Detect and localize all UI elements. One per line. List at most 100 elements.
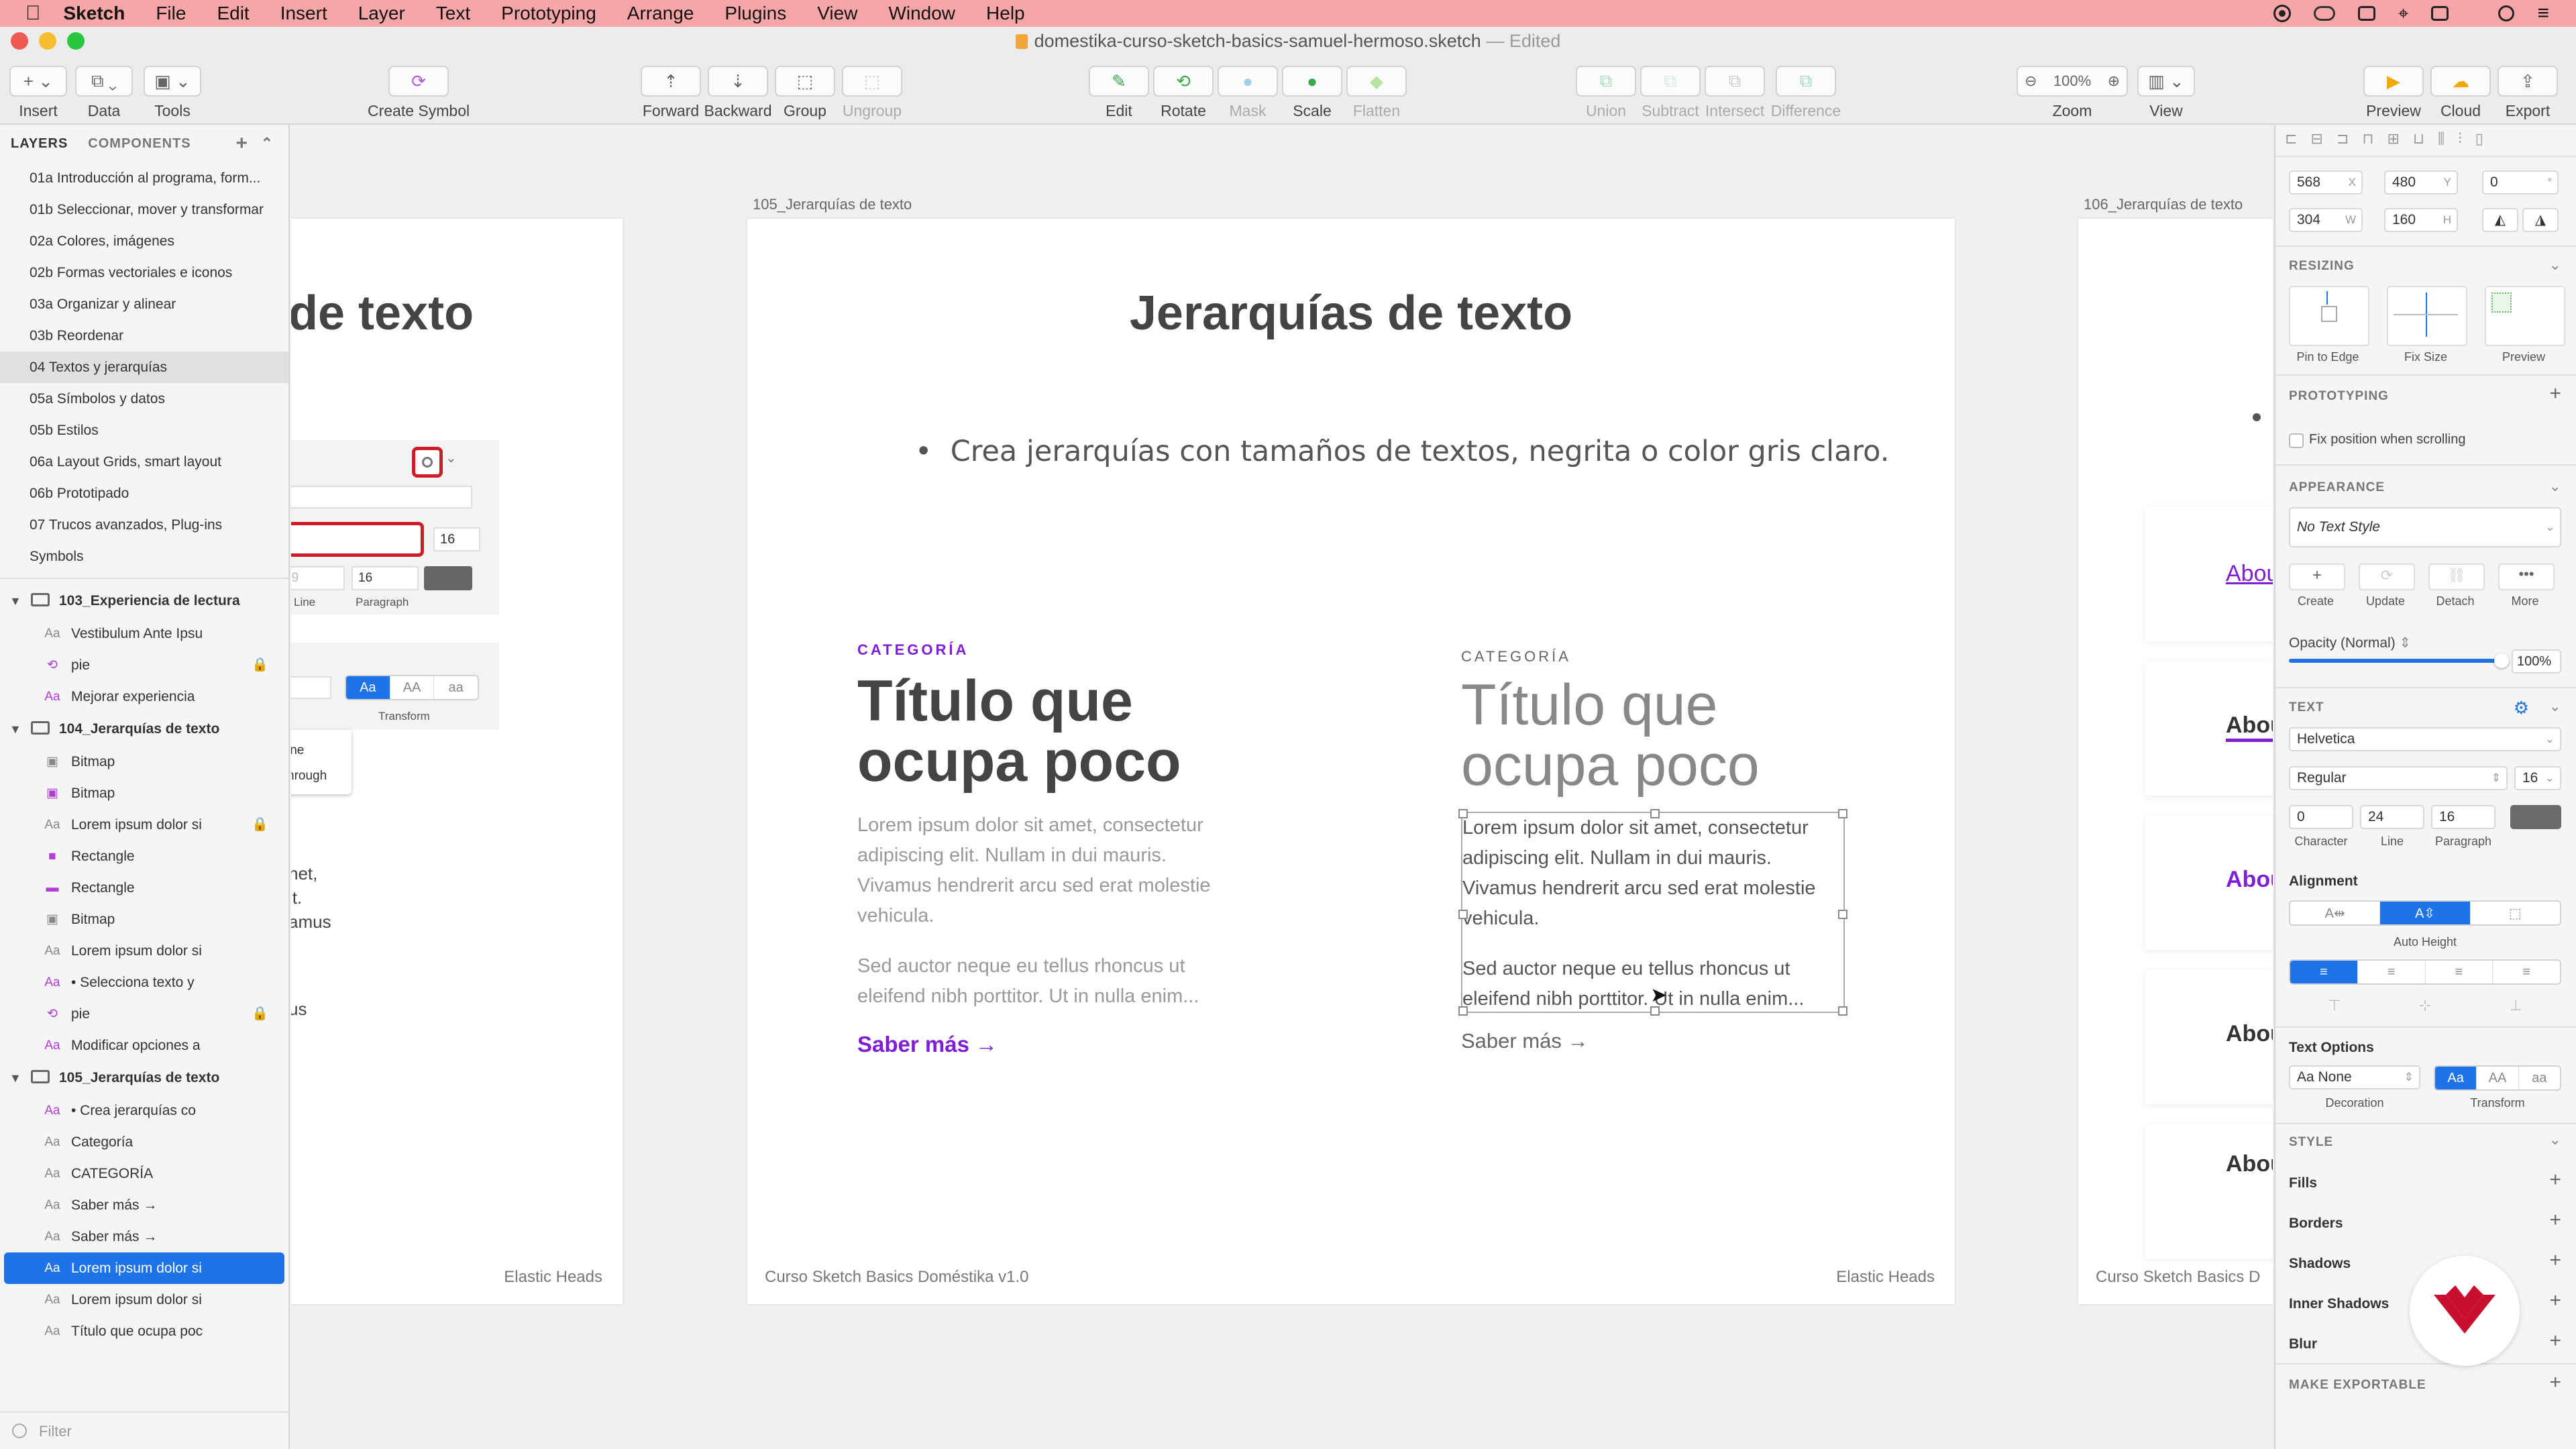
decoration-select[interactable]: Aa None ⇕ bbox=[2289, 1065, 2420, 1089]
add-page-icon[interactable]: + bbox=[235, 132, 248, 155]
page-item[interactable]: 02b Formas vectoriales e iconos bbox=[0, 257, 288, 288]
gear-icon[interactable]: ⚙ bbox=[2514, 698, 2529, 718]
menu-layer[interactable]: Layer bbox=[358, 3, 405, 24]
align-right-icon[interactable]: ⊐ bbox=[2337, 130, 2349, 148]
zoom-in-icon[interactable]: ⊕ bbox=[2108, 72, 2120, 90]
page-item[interactable]: 06b Prototipado bbox=[0, 478, 288, 509]
menu-text[interactable]: Text bbox=[436, 3, 470, 24]
align-left-icon[interactable]: ⊏ bbox=[2285, 130, 2297, 148]
align-middle-icon[interactable]: ⊞ bbox=[2387, 130, 2399, 148]
page-item[interactable]: 02a Colores, imágenes bbox=[0, 225, 288, 257]
artboard-label-105[interactable]: 105_Jerarquías de texto bbox=[753, 196, 912, 213]
tools-button[interactable]: ▣ ⌄ bbox=[144, 66, 201, 97]
layer-row[interactable]: ▣ Bitmap bbox=[0, 777, 288, 809]
difference-button[interactable]: ⧉ bbox=[1776, 66, 1836, 97]
page-item[interactable]: Symbols bbox=[0, 541, 288, 572]
menu-view[interactable]: View bbox=[817, 3, 857, 24]
backward-button[interactable]: ⇣ bbox=[708, 66, 768, 97]
resize-handle[interactable] bbox=[1838, 910, 1847, 919]
cloud-button[interactable]: ☁ bbox=[2430, 66, 2491, 97]
data-button[interactable]: ⧉ ⌄ bbox=[75, 66, 133, 97]
height-field[interactable]: 160 H bbox=[2384, 208, 2458, 232]
layer-row[interactable]: Aa Lorem ipsum dolor si bbox=[0, 1284, 288, 1316]
collapse-pages-icon[interactable]: ⌃ bbox=[261, 135, 274, 152]
record-icon[interactable] bbox=[2273, 5, 2291, 22]
forward-button[interactable]: ⇡ bbox=[641, 66, 701, 97]
align-left-text-icon[interactable]: ≡ bbox=[2290, 961, 2358, 983]
layer-row[interactable]: Aa Modificar opciones a bbox=[0, 1030, 288, 1061]
canvas[interactable]: de texto ⌄ 16 19 16 Line Paragraph s Aa … bbox=[291, 126, 2273, 1449]
layer-row[interactable]: ▣ Bitmap bbox=[0, 904, 288, 935]
wifi-icon[interactable]: ⌖ bbox=[2398, 3, 2409, 25]
tidy-icon[interactable]: ▯ bbox=[2475, 130, 2483, 148]
page-item[interactable]: 03a Organizar y alinear bbox=[0, 288, 288, 320]
scale-button[interactable]: ● bbox=[1282, 66, 1342, 97]
font-family-select[interactable]: Helvetica ⌄ bbox=[2289, 727, 2561, 751]
artboard-105[interactable]: Jerarquías de texto • Crea jerarquías co… bbox=[747, 219, 1955, 1304]
ungroup-button[interactable]: ⬚ bbox=[842, 66, 902, 97]
distribute-v-icon[interactable]: ⫶ bbox=[2458, 130, 2462, 148]
export-button[interactable]: ⇪ bbox=[2498, 66, 2558, 97]
layer-row[interactable]: Aa CATEGORÍA bbox=[0, 1158, 288, 1189]
menu-insert[interactable]: Insert bbox=[280, 3, 327, 24]
apple-icon[interactable]:  bbox=[25, 2, 41, 25]
detach-style-button[interactable]: ⛓ bbox=[2428, 564, 2485, 590]
add-export-icon[interactable]: + bbox=[2549, 1371, 2561, 1394]
auto-height-icon[interactable]: A⇳ bbox=[2380, 902, 2471, 924]
layer-row[interactable]: Aa Lorem ipsum dolor si 🔒 bbox=[0, 809, 288, 841]
zoom-control[interactable]: ⊖ 100% ⊕ bbox=[2017, 66, 2128, 97]
add-fill-icon[interactable]: + bbox=[2549, 1169, 2561, 1191]
align-center-icon[interactable]: ⊟ bbox=[2310, 130, 2322, 148]
justify-text-icon[interactable]: ≡ bbox=[2493, 961, 2560, 983]
selected-text-layer[interactable]: Lorem ipsum dolor sit amet, consectetur … bbox=[1458, 809, 1847, 1016]
align-top-text-icon[interactable]: ⊤ bbox=[2328, 997, 2341, 1014]
resizing-collapse-icon[interactable]: ⌄ bbox=[2549, 256, 2561, 274]
page-item[interactable]: 07 Trucos avanzados, Plug-ins bbox=[0, 509, 288, 541]
fix-position-checkbox[interactable] bbox=[2289, 433, 2304, 448]
lock-icon[interactable]: 🔒 bbox=[252, 649, 268, 681]
distribute-h-icon[interactable]: ⫼ bbox=[2438, 130, 2445, 148]
opacity-slider[interactable] bbox=[2289, 653, 2509, 668]
pin-to-edge-widget[interactable] bbox=[2289, 286, 2369, 346]
layer-row[interactable]: Aa Saber más → bbox=[0, 1221, 288, 1252]
layer-row[interactable]: Aa Saber más → bbox=[0, 1189, 288, 1221]
text-style-select[interactable]: No Text Style ⌄ bbox=[2289, 507, 2561, 547]
page-item[interactable]: 01a Introducción al programa, form... bbox=[0, 162, 288, 194]
fix-size-widget[interactable] bbox=[2387, 286, 2467, 346]
text-collapse-icon[interactable]: ⌄ bbox=[2549, 698, 2561, 715]
menu-window[interactable]: Window bbox=[888, 3, 955, 24]
appearance-collapse-icon[interactable]: ⌄ bbox=[2549, 478, 2561, 495]
add-shadow-icon[interactable]: + bbox=[2549, 1249, 2561, 1272]
add-inner-shadow-icon[interactable]: + bbox=[2549, 1289, 2561, 1312]
style-collapse-icon[interactable]: ⌄ bbox=[2549, 1131, 2561, 1148]
x-field[interactable]: 568 X bbox=[2289, 170, 2363, 195]
artboard-106[interactable]: Abou Abou Abou Abou Abou Curso Sketch Ba… bbox=[2078, 219, 2273, 1304]
zoom-out-icon[interactable]: ⊖ bbox=[2025, 72, 2037, 90]
layer-row[interactable]: Aa Título que ocupa poc bbox=[0, 1316, 288, 1347]
layer-row[interactable]: ⟲ pie 🔒 bbox=[0, 649, 288, 681]
display-icon[interactable] bbox=[2357, 6, 2375, 21]
fixed-size-icon[interactable]: ⬚ bbox=[2471, 902, 2560, 924]
artboard-row[interactable]: ▼ 105_Jerarquías de texto bbox=[0, 1061, 288, 1095]
group-button[interactable]: ⬚ bbox=[775, 66, 835, 97]
menu-help[interactable]: Help bbox=[986, 3, 1025, 24]
text-behavior-segment[interactable]: A⇹ A⇳ ⬚ bbox=[2289, 900, 2561, 926]
tab-layers[interactable]: LAYERS bbox=[11, 136, 68, 152]
artboard-row[interactable]: ▼ 104_Jerarquías de texto bbox=[0, 712, 288, 746]
opacity-slider-thumb[interactable] bbox=[2494, 653, 2509, 668]
transform-upper-button[interactable]: AA bbox=[2477, 1067, 2519, 1089]
page-item[interactable]: 05a Símbolos y datos bbox=[0, 383, 288, 415]
card2-link[interactable]: Saber más → bbox=[1461, 1029, 1864, 1053]
transform-lower-button[interactable]: aa bbox=[2519, 1067, 2560, 1089]
mask-button[interactable]: ● bbox=[1218, 66, 1278, 97]
resize-handle[interactable] bbox=[1838, 1006, 1847, 1016]
insert-button[interactable]: + ⌄ bbox=[9, 66, 67, 97]
resize-handle[interactable] bbox=[1650, 1006, 1660, 1016]
page-item[interactable]: 05b Estilos bbox=[0, 415, 288, 446]
create-style-button[interactable]: + bbox=[2289, 564, 2345, 590]
view-button[interactable]: ▥ ⌄ bbox=[2137, 66, 2195, 97]
text-color-swatch[interactable] bbox=[2510, 805, 2561, 829]
flip-horizontal-button[interactable]: ◭ bbox=[2482, 208, 2518, 232]
menu-plugins[interactable]: Plugins bbox=[724, 3, 786, 24]
resize-handle[interactable] bbox=[1458, 910, 1468, 919]
